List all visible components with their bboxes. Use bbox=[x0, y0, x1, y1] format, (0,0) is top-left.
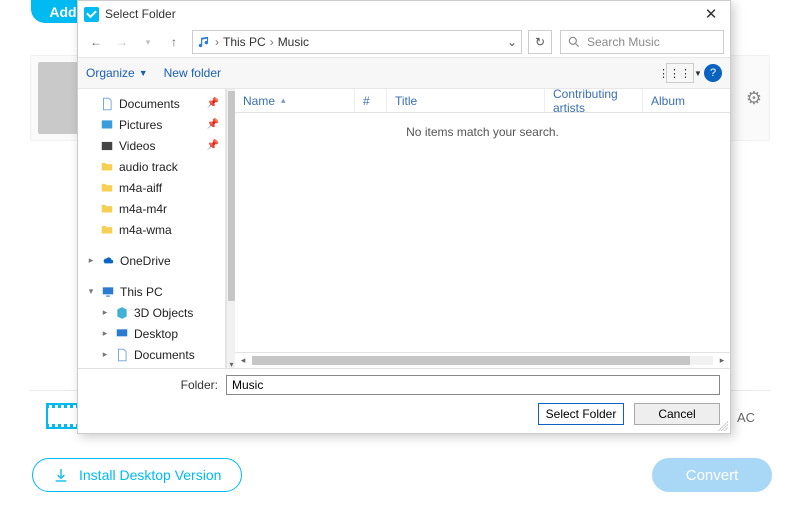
tree-spacer bbox=[78, 271, 225, 281]
nav-row: ← → ▾ ↑ › This PC › Music ⌄ ↻ bbox=[78, 27, 730, 57]
videos-icon bbox=[100, 139, 114, 153]
expand-icon[interactable]: ▸ bbox=[100, 328, 110, 339]
breadcrumb-current[interactable]: Music bbox=[278, 35, 309, 49]
pin-icon: 📌 bbox=[207, 140, 219, 151]
resize-grip[interactable] bbox=[718, 421, 728, 431]
tree-item-m4a-wma[interactable]: m4a-wma bbox=[78, 219, 225, 240]
tree-item-pictures[interactable]: Pictures📌 bbox=[78, 114, 225, 135]
document-icon bbox=[100, 97, 114, 111]
file-list-pane: Name▴ # Title Contributing artists Album… bbox=[235, 89, 730, 368]
tree-item-videos[interactable]: Videos📌 bbox=[78, 135, 225, 156]
help-button[interactable]: ? bbox=[704, 64, 722, 82]
tree-item-m4a-m4r[interactable]: m4a-m4r bbox=[78, 198, 225, 219]
pc-icon bbox=[101, 285, 115, 299]
chevron-right-icon: › bbox=[215, 35, 219, 49]
select-folder-dialog: Select Folder ✕ ← → ▾ ↑ › This PC › Musi… bbox=[77, 0, 731, 434]
onedrive-icon bbox=[101, 254, 115, 268]
tree-item-3d-objects[interactable]: ▸3D Objects bbox=[78, 302, 225, 323]
3d-objects-icon bbox=[115, 306, 129, 320]
search-input[interactable] bbox=[587, 35, 717, 49]
refresh-button[interactable]: ↻ bbox=[528, 30, 552, 54]
tree-item-audio-track[interactable]: audio track bbox=[78, 156, 225, 177]
col-track-number[interactable]: # bbox=[355, 89, 387, 112]
bg-format-label: AC bbox=[737, 410, 755, 425]
search-icon bbox=[567, 35, 581, 49]
scroll-left-icon[interactable]: ◂ bbox=[235, 355, 251, 366]
horizontal-scrollbar[interactable]: ◂ ▸ bbox=[235, 352, 730, 368]
chevron-down-icon: ▼ bbox=[694, 69, 702, 78]
scroll-thumb[interactable] bbox=[228, 91, 235, 301]
nav-up-button[interactable]: ↑ bbox=[162, 30, 186, 54]
nav-recent-dropdown[interactable]: ▾ bbox=[136, 30, 160, 54]
nav-forward-button[interactable]: → bbox=[110, 30, 134, 54]
install-desktop-button[interactable]: Install Desktop Version bbox=[32, 458, 242, 492]
music-icon bbox=[197, 35, 211, 49]
folder-tree[interactable]: Documents📌 Pictures📌 Videos📌 audio track… bbox=[78, 89, 226, 368]
download-icon bbox=[53, 467, 69, 483]
tree-item-this-pc[interactable]: ▾This PC bbox=[78, 281, 225, 302]
folder-icon bbox=[100, 181, 114, 195]
settings-gear-icon[interactable]: ⚙ bbox=[746, 88, 762, 109]
toolbar: Organize▼ New folder ⋮⋮⋮ ▼ ? bbox=[78, 57, 730, 89]
organize-menu[interactable]: Organize▼ bbox=[86, 66, 148, 80]
tree-item-m4a-aiff[interactable]: m4a-aiff bbox=[78, 177, 225, 198]
folder-field-label: Folder: bbox=[88, 378, 218, 392]
folder-icon bbox=[100, 223, 114, 237]
breadcrumb-root[interactable]: This PC bbox=[223, 35, 266, 49]
dialog-titlebar: Select Folder ✕ bbox=[78, 1, 730, 27]
folder-name-input[interactable] bbox=[226, 375, 720, 395]
expand-icon[interactable]: ▸ bbox=[100, 349, 110, 360]
expand-icon[interactable]: ▸ bbox=[86, 255, 96, 266]
pin-icon: 📌 bbox=[207, 119, 219, 130]
sort-asc-icon: ▴ bbox=[281, 95, 286, 106]
expand-icon[interactable]: ▸ bbox=[100, 307, 110, 318]
chevron-down-icon: ▼ bbox=[139, 68, 148, 78]
dialog-title: Select Folder bbox=[105, 7, 176, 21]
address-bar[interactable]: › This PC › Music ⌄ bbox=[192, 30, 522, 54]
nav-back-button[interactable]: ← bbox=[84, 30, 108, 54]
dialog-footer: Folder: Select Folder Cancel bbox=[78, 368, 730, 433]
tree-scrollbar[interactable]: ▴▾ bbox=[226, 89, 235, 368]
collapse-icon[interactable]: ▾ bbox=[86, 286, 96, 297]
hscroll-thumb[interactable] bbox=[252, 356, 690, 365]
app-icon bbox=[84, 7, 99, 22]
select-folder-button[interactable]: Select Folder bbox=[538, 403, 624, 425]
cancel-button[interactable]: Cancel bbox=[634, 403, 720, 425]
desktop-icon bbox=[115, 327, 129, 341]
column-headers: Name▴ # Title Contributing artists Album bbox=[235, 89, 730, 113]
tree-item-desktop[interactable]: ▸Desktop bbox=[78, 323, 225, 344]
chevron-right-icon: › bbox=[270, 35, 274, 49]
close-button[interactable]: ✕ bbox=[698, 5, 724, 23]
scroll-down-icon[interactable]: ▾ bbox=[227, 360, 236, 369]
tree-item-onedrive[interactable]: ▸OneDrive bbox=[78, 250, 225, 271]
col-contributing-artists[interactable]: Contributing artists bbox=[545, 89, 643, 112]
tree-spacer bbox=[78, 240, 225, 250]
video-format-icon[interactable] bbox=[46, 403, 80, 429]
col-album[interactable]: Album bbox=[643, 89, 730, 112]
address-dropdown-icon[interactable]: ⌄ bbox=[507, 35, 517, 49]
search-box[interactable] bbox=[560, 30, 724, 54]
tree-item-documents-pc[interactable]: ▸Documents bbox=[78, 344, 225, 365]
convert-button[interactable]: Convert bbox=[652, 458, 772, 492]
tree-item-documents[interactable]: Documents📌 bbox=[78, 93, 225, 114]
scroll-right-icon[interactable]: ▸ bbox=[714, 355, 730, 366]
folder-icon bbox=[100, 160, 114, 174]
folder-icon bbox=[100, 202, 114, 216]
empty-state-message: No items match your search. bbox=[235, 113, 730, 352]
col-title[interactable]: Title bbox=[387, 89, 545, 112]
install-desktop-label: Install Desktop Version bbox=[79, 467, 221, 483]
col-name[interactable]: Name▴ bbox=[235, 89, 355, 112]
new-folder-button[interactable]: New folder bbox=[164, 66, 221, 80]
pictures-icon bbox=[100, 118, 114, 132]
view-mode-button[interactable]: ⋮⋮⋮ ▼ bbox=[666, 63, 694, 83]
document-icon bbox=[115, 348, 129, 362]
pin-icon: 📌 bbox=[207, 98, 219, 109]
